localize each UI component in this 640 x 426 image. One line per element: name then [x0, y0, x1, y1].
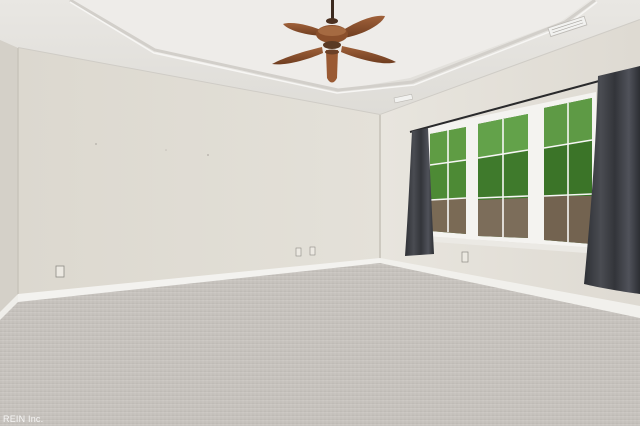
watermark-text: REIN Inc.	[3, 414, 44, 424]
fan-downrod	[331, 0, 334, 20]
wall-outlet	[55, 265, 65, 278]
fan-light	[326, 50, 338, 83]
wall-outlet	[461, 251, 469, 263]
room-illustration	[0, 0, 640, 426]
wall-outlet	[295, 247, 302, 257]
room-photo: REIN Inc.	[0, 0, 640, 426]
wall-outlet	[309, 246, 316, 256]
left-wall	[0, 40, 18, 318]
